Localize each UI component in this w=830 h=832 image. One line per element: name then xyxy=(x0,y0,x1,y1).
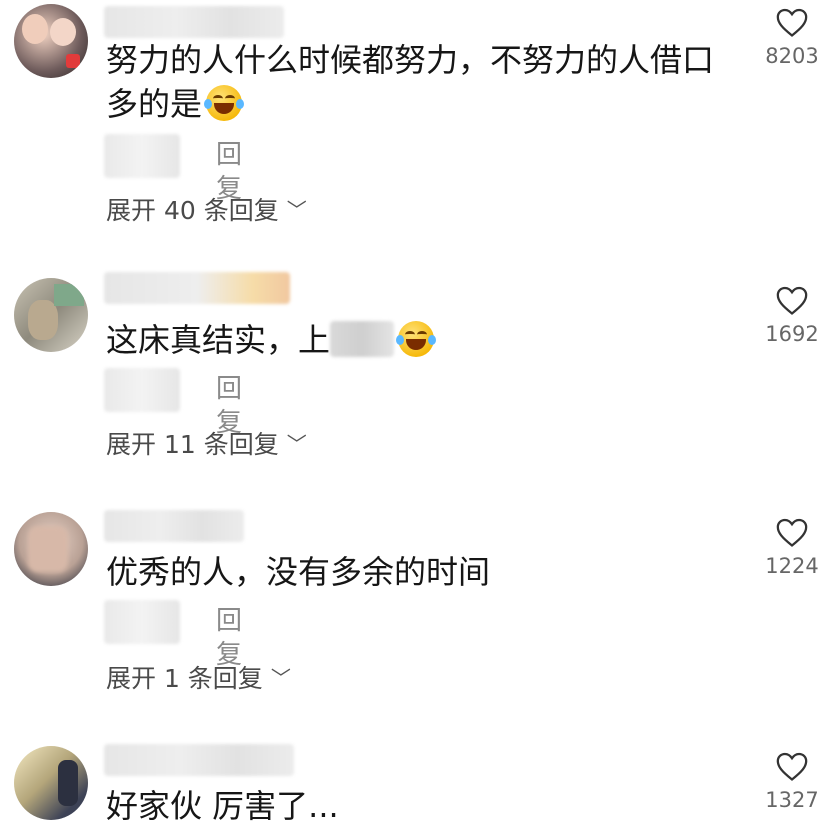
reply-author-redacted xyxy=(104,368,180,412)
heart-icon xyxy=(776,286,808,315)
username-redacted[interactable] xyxy=(104,6,284,38)
username-redacted[interactable] xyxy=(104,744,294,776)
comment-text: 努力的人什么时候都努力，不努力的人借口 xyxy=(106,36,714,84)
expand-replies-label: 展开 40 条回复 xyxy=(106,196,279,225)
expand-replies-button[interactable]: 展开 40 条回复 ﹀ xyxy=(106,194,307,229)
avatar[interactable] xyxy=(14,4,88,78)
like-button[interactable]: 8203 xyxy=(762,6,822,68)
like-count: 1327 xyxy=(765,788,819,812)
username-redacted[interactable] xyxy=(104,510,244,542)
laughing-tears-emoji-icon xyxy=(204,85,245,121)
like-button[interactable]: 1692 xyxy=(762,284,822,346)
reply-author-redacted xyxy=(104,600,180,644)
chevron-down-icon: ﹀ xyxy=(286,432,307,456)
comment-text: 这床真结实，上 xyxy=(106,316,437,364)
redacted-text xyxy=(330,321,395,357)
comment-text-line2: 多的是 xyxy=(106,80,245,128)
avatar[interactable] xyxy=(14,278,88,352)
chevron-down-icon: ﹀ xyxy=(270,666,291,690)
avatar[interactable] xyxy=(14,746,88,820)
like-count: 1224 xyxy=(765,554,819,578)
expand-replies-label: 展开 11 条回复 xyxy=(106,430,279,459)
heart-icon xyxy=(776,752,808,781)
laughing-tears-emoji-icon xyxy=(396,321,437,357)
comment-text: 好家伙 厉害了... xyxy=(106,787,339,825)
username-redacted[interactable] xyxy=(104,272,290,304)
like-button[interactable]: 1224 xyxy=(762,516,822,578)
expand-replies-button[interactable]: 展开 1 条回复 ﹀ xyxy=(106,662,291,697)
heart-icon xyxy=(776,8,808,37)
like-count: 8203 xyxy=(765,44,819,68)
heart-icon xyxy=(776,518,808,547)
chevron-down-icon: ﹀ xyxy=(286,198,307,222)
reply-author-redacted xyxy=(104,134,180,178)
expand-replies-label: 展开 1 条回复 xyxy=(106,664,263,693)
comment-text: 优秀的人，没有多余的时间 xyxy=(106,553,491,591)
like-button[interactable]: 1327 xyxy=(762,750,822,812)
expand-replies-button[interactable]: 展开 11 条回复 ﹀ xyxy=(106,428,307,463)
comment-text-line1: 努力的人什么时候都努力，不努力的人借口 xyxy=(106,41,715,79)
like-count: 1692 xyxy=(765,322,819,346)
avatar[interactable] xyxy=(14,512,88,586)
